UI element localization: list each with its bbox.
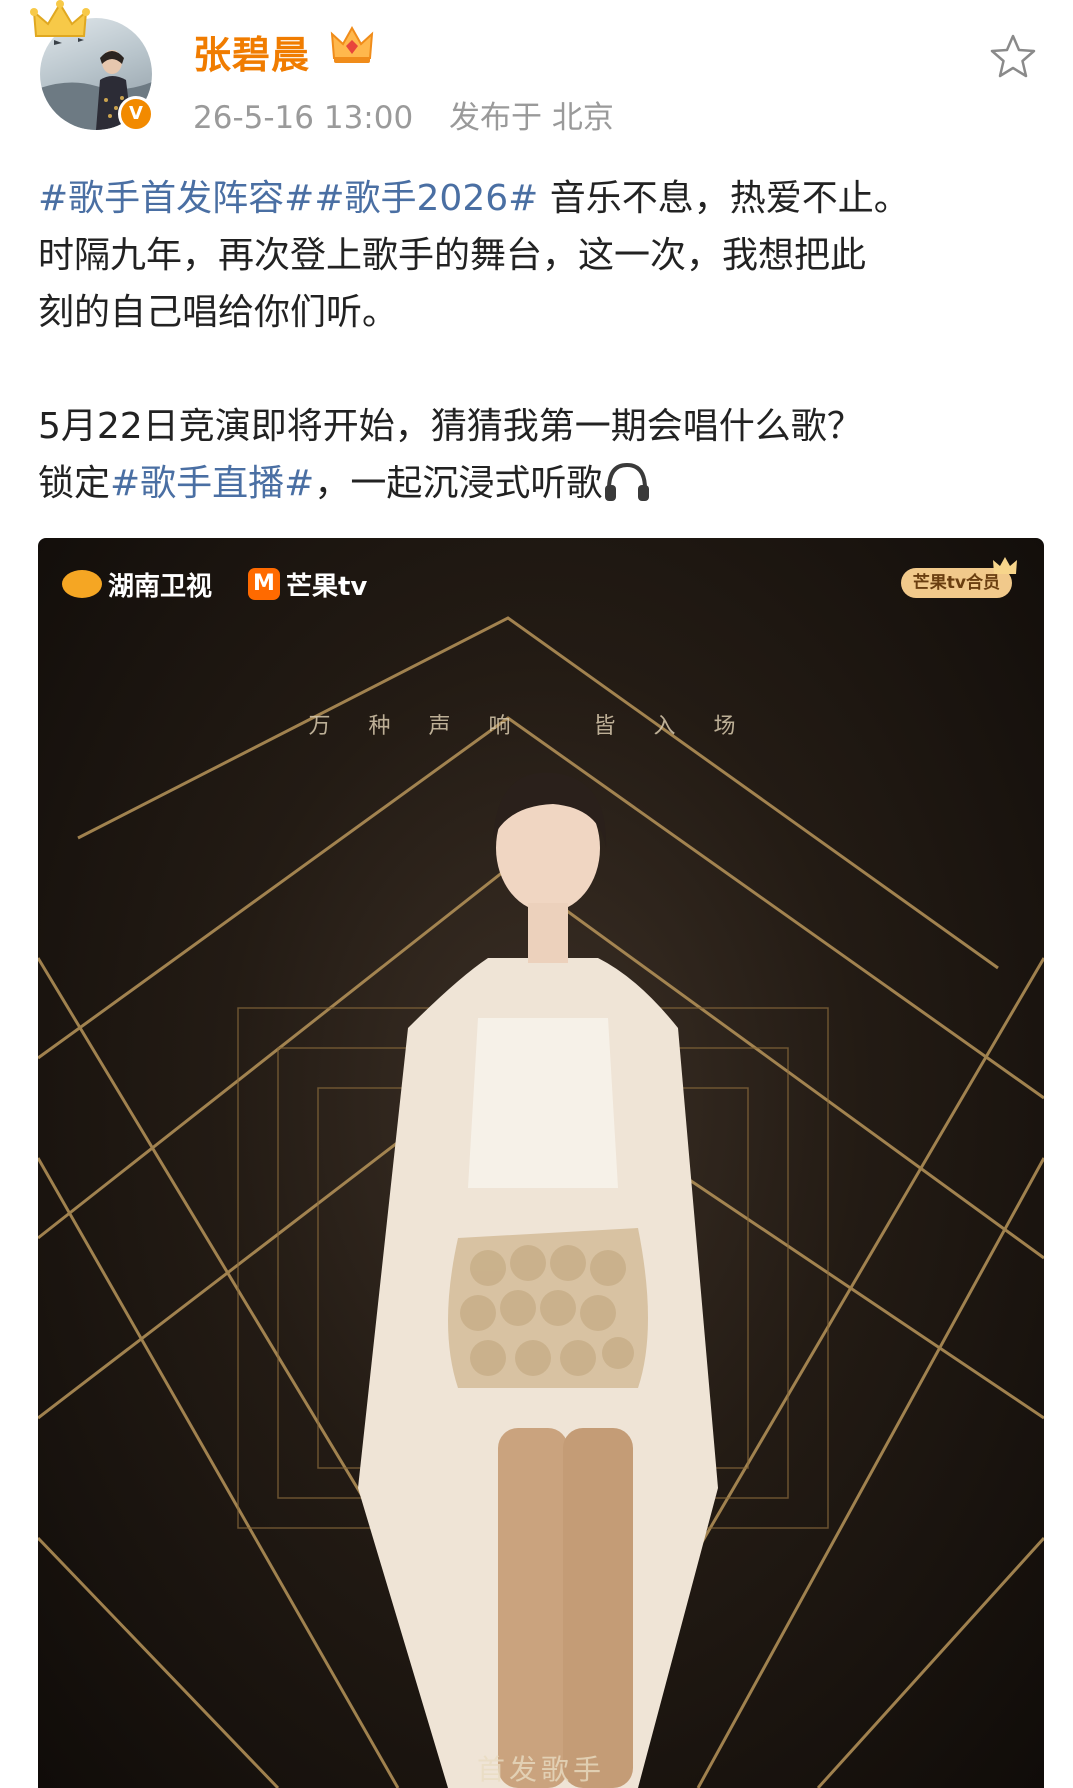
poster-tagline: 万种声响 皆入场 [308,714,774,739]
singer-figure [358,772,718,1788]
headphone-icon [605,462,650,501]
hashtag-link[interactable]: #歌手首发阵容# [38,178,314,219]
post-line-1: #歌手首发阵容##歌手2026# 音乐不息，热爱不止。 [38,170,1038,227]
mango-tv-logo-text: 芒果tv [286,571,368,602]
badge-crown-icon [993,557,1017,574]
post-text: 锁定 [38,463,111,504]
poster-bottom-caption: 首发歌手 [476,1753,605,1786]
mango-tv-logo: M 芒果tv [248,564,367,604]
post-line-4: 5月22日竞演即将开始，猜猜我第一期会唱什么歌？ [38,406,863,447]
post-image[interactable]: 湖南卫视 M 芒果tv 芒果tv合员 万种声响 皆入场 首发歌手 [38,538,1044,1788]
hunan-tv-logo-text: 湖南卫视 [108,571,213,602]
hunan-tv-mark-icon [62,570,102,598]
post-line-3: 刻的自己唱给你们听。 [38,292,399,333]
hashtag-link[interactable]: #歌手直播# [110,463,314,504]
post-location: 发布于 北京 [449,100,614,136]
post-date: 26-5-16 13:00 [193,100,414,136]
username[interactable]: 张碧晨 [193,24,310,79]
post-header: V 张碧晨 26-5-16 13:00 发布于 北京 [0,0,1073,150]
avatar-container[interactable]: V [30,0,156,134]
post-text: 音乐不息，热爱不止。 [538,178,910,219]
mango-tv-mark-icon: M [248,568,280,600]
star-icon[interactable] [988,32,1038,82]
post-text: ，一起沉浸式听歌 [314,463,603,504]
vip-crown-icon [330,25,374,63]
hashtag-link[interactable]: #歌手2026# [314,178,538,219]
post-body: #歌手首发阵容##歌手2026# 音乐不息，热爱不止。 时隔九年，再次登上歌手的… [38,170,1038,512]
post-line-2: 时隔九年，再次登上歌手的舞台，这一次，我想把此 [38,235,867,276]
post-line-5: 锁定#歌手直播#，一起沉浸式听歌 [38,455,1038,512]
hunan-tv-logo: 湖南卫视 [62,564,212,604]
verified-icon: V [118,96,154,132]
post-meta: 26-5-16 13:00 发布于 北京 [193,92,640,137]
crown-icon [30,0,90,37]
